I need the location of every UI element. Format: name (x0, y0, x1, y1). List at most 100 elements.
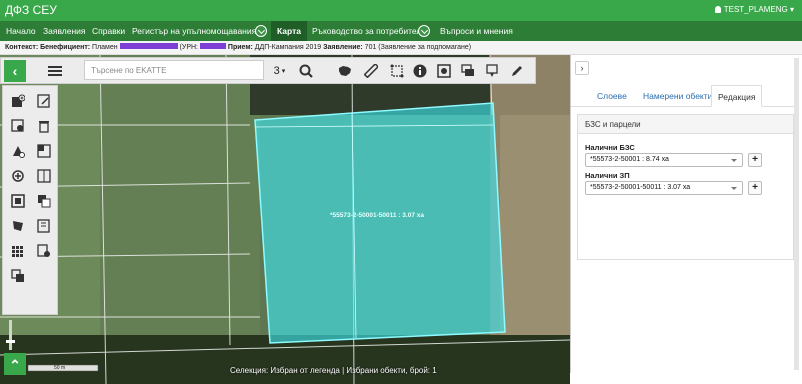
tab-found-objects[interactable]: Намерени обекти (637, 85, 718, 107)
bzs-parcels-box: БЗС и парцели Налични БЗС *55573-2-50001… (577, 114, 794, 260)
expand-up-button[interactable]: ⌃ (4, 353, 26, 375)
merge-icon (37, 169, 51, 183)
split-button[interactable] (32, 139, 56, 163)
map-canvas[interactable]: *55573-2-50001-50011 : 3.07 ха 50 m ‹ Тъ… (0, 55, 570, 384)
pin-button[interactable] (478, 59, 505, 83)
main-nav: Начало Заявления Справки Регистър на упъ… (0, 21, 802, 41)
nav-applications[interactable]: Заявления (43, 21, 86, 41)
tab-layers[interactable]: Слоеве (591, 85, 633, 107)
zp-select[interactable]: *55573-2-50001-50011 : 3.07 ха (585, 181, 743, 195)
reception-label: Прием: (227, 44, 253, 51)
nav-home[interactable]: Начало (6, 21, 36, 41)
reception-value: ДДП-Кампания 2019 (254, 44, 322, 51)
reshape-button[interactable] (6, 189, 30, 213)
user-name: TEST_PLAMENG (723, 5, 788, 14)
delete-button[interactable] (32, 114, 56, 138)
area-icon (390, 64, 403, 78)
chevron-right-icon: › (580, 63, 584, 73)
caret-down-icon: ▾ (281, 68, 286, 75)
chevron-down-icon[interactable] (255, 25, 267, 37)
nav-map[interactable]: Карта (271, 21, 307, 41)
annotate-button[interactable] (32, 214, 56, 238)
add-point-icon (11, 119, 24, 132)
selection-status: Селекция: Избран от легенда | Избрани об… (230, 366, 437, 375)
map-imagery (0, 55, 570, 384)
note-edit-icon (37, 94, 50, 108)
add-layer-button[interactable] (6, 89, 30, 113)
beneficiary-label: Бенефициент: (40, 44, 91, 51)
plus-icon: + (752, 182, 758, 193)
panel-scrollbar[interactable] (794, 58, 799, 370)
layer-count: 3 (273, 65, 280, 77)
collapse-button[interactable]: ‹ (4, 60, 26, 82)
polygon-draw-icon (13, 146, 25, 158)
chevron-left-icon: ‹ (12, 63, 18, 79)
add-bzs-button[interactable]: + (748, 153, 762, 167)
edit-tools-panel (2, 85, 58, 315)
add-zp-button[interactable]: + (748, 181, 762, 195)
search-icon (299, 64, 313, 78)
map-region-button[interactable] (331, 59, 358, 83)
layer-count-dropdown[interactable]: 3 ▾ (266, 59, 293, 83)
grid-icon (12, 246, 23, 257)
chevron-down-icon[interactable] (418, 25, 430, 37)
side-panel: › Слоеве Намерени обекти Редакция БЗС и … (570, 55, 802, 373)
edit-note-button[interactable] (32, 89, 56, 113)
layers-button[interactable] (6, 264, 30, 288)
ekatte-search-input[interactable]: Търсене по EKATTE (84, 60, 264, 80)
nav-faq[interactable]: Въпроси и мнения (440, 21, 513, 41)
info-icon (413, 64, 426, 78)
nav-authorizations[interactable]: Регистър на упълномощаванията (132, 21, 265, 41)
add-layer-icon (12, 94, 25, 107)
application-label: Заявление: (323, 44, 363, 51)
beneficiary-name: Пламен (92, 44, 118, 51)
measure-button[interactable] (357, 59, 384, 83)
annotate-icon (37, 219, 50, 233)
edit-button[interactable] (503, 59, 530, 83)
merge-button[interactable] (32, 164, 56, 188)
app-header: ДФЗ СЕУ TEST_PLAMENG ▾ (0, 0, 802, 21)
redaction (119, 43, 178, 49)
user-menu[interactable]: TEST_PLAMENG ▾ (714, 5, 794, 14)
parcel-label: *55573-2-50001-50011 : 3.07 ха (330, 212, 424, 219)
zoom-handle[interactable] (6, 340, 15, 343)
nav-user-guide[interactable]: Ръководство за потребителя (312, 21, 426, 41)
gear-doc-icon (37, 244, 50, 257)
trash-icon (39, 121, 49, 133)
chat-button[interactable] (454, 59, 481, 83)
redaction (199, 43, 226, 49)
zoom-slider[interactable] (9, 320, 12, 350)
plus-icon: + (752, 154, 758, 165)
search-button[interactable] (292, 59, 319, 83)
clip-button[interactable] (6, 214, 30, 238)
add-point-button[interactable] (6, 114, 30, 138)
urn-label: (УРН: (179, 44, 198, 51)
chevron-up-icon: ⌃ (9, 357, 21, 373)
panel-collapse-button[interactable]: › (575, 61, 589, 75)
map-toolbar: ‹ Търсене по EKATTE 3 ▾ (0, 57, 536, 84)
context-bar: Контекст: Бенефициент: Пламен (УРН: Прие… (0, 41, 802, 55)
snapshot-button[interactable] (430, 59, 457, 83)
application-value: 701 (Заявление за подпомагане) (364, 44, 472, 51)
info-button[interactable] (406, 59, 433, 83)
pencil-icon (511, 66, 522, 76)
add-vertex-icon (12, 170, 24, 182)
zp-label: Налични ЗП (585, 171, 630, 180)
menu-button[interactable] (41, 59, 68, 83)
bzs-select[interactable]: *55573-2-50001 : 8.74 ха (585, 153, 743, 167)
draw-polygon-button[interactable] (6, 139, 30, 163)
settings-button[interactable] (32, 239, 56, 263)
nav-references[interactable]: Справки (92, 21, 125, 41)
map-pin-icon (485, 64, 498, 77)
tab-edit[interactable]: Редакция (711, 85, 763, 107)
bzs-label: Налични БЗС (585, 143, 635, 152)
scale-label: 50 m (54, 365, 66, 371)
chat-icon (460, 64, 474, 76)
section-title: БЗС и парцели (578, 115, 793, 134)
copy-icon (38, 195, 51, 208)
add-vertex-button[interactable] (6, 164, 30, 188)
context-label: Контекст: (5, 44, 39, 51)
copy-button[interactable] (32, 189, 56, 213)
image-icon (436, 64, 451, 78)
grid-button[interactable] (6, 239, 30, 263)
